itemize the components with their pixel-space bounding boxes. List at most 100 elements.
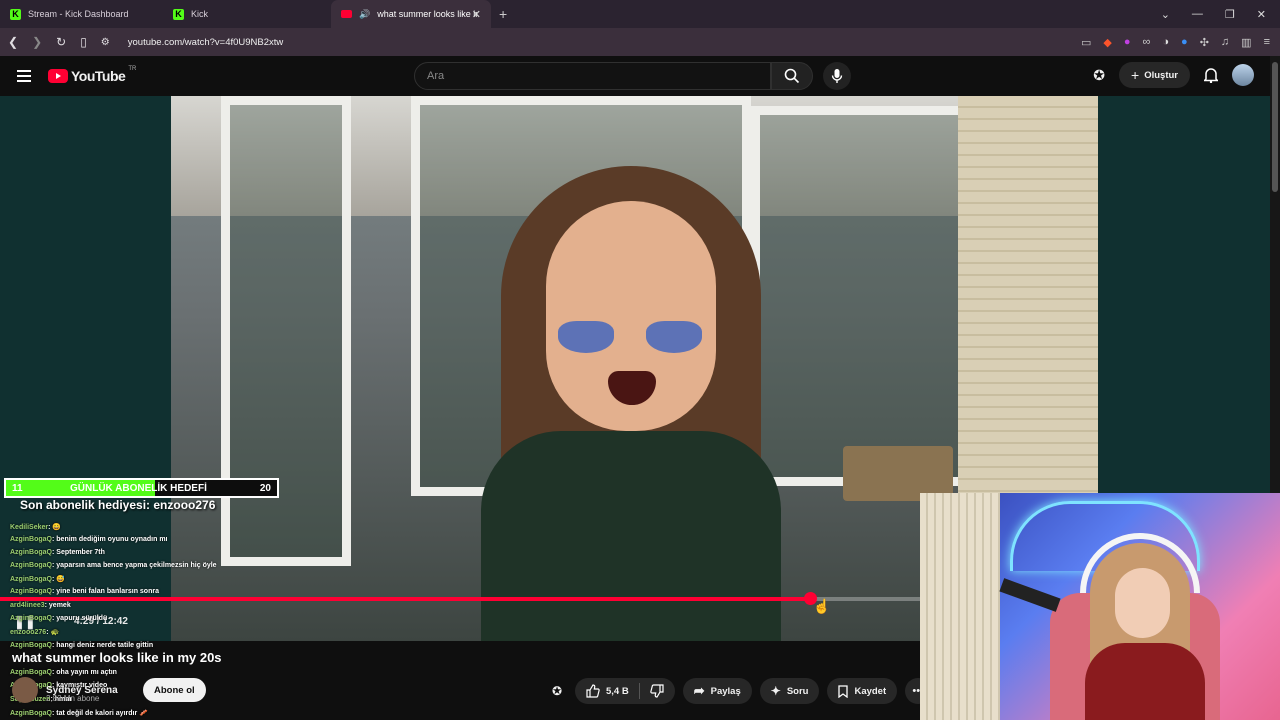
goal-label: GÜNLÜK ABONELİK HEDEFİ — [70, 482, 207, 494]
forward-icon[interactable]: ❯ — [32, 35, 42, 49]
goal-target: 20 — [259, 482, 271, 494]
chat-message: AzginBogaQ: benim dediğim oyunu oynadın … — [10, 536, 168, 543]
extensions-area: ▭ ◆ ● ∞ ◑ ● ✣ ♫ ▥ ≡ — [1081, 28, 1270, 56]
video-subject-face — [546, 201, 716, 431]
close-tab-icon[interactable]: ✕ — [472, 8, 481, 21]
streamer-top — [1085, 643, 1205, 720]
share-button[interactable]: ➦ Paylaş — [682, 678, 752, 704]
chat-message: AzginBogaQ: oha yayın mı açtın — [10, 669, 117, 676]
ask-label: Soru — [786, 685, 809, 697]
voice-search-button[interactable] — [823, 62, 851, 90]
new-tab-button[interactable]: + — [499, 6, 507, 22]
cast-icon[interactable]: ▭ — [1081, 36, 1091, 49]
video-actions: ✪ 5,4 B ➦ Paylaş ✦ Soru Kaydet ••• — [547, 678, 932, 704]
chat-message: KediliSeker: 😄 — [10, 524, 62, 531]
chat-message: AzginBogaQ: yaparsın ama bence yapma çek… — [10, 562, 217, 569]
puzzle-icon[interactable]: ✣ — [1200, 36, 1209, 49]
close-window-button[interactable]: ✕ — [1257, 8, 1266, 21]
subscriber-count: 2,82 Mn abone — [46, 694, 100, 703]
youtube-icon — [341, 10, 352, 18]
tab-search-button[interactable]: ⌄ — [1161, 8, 1170, 21]
tab-title: Kick — [191, 9, 209, 19]
tab-kick[interactable]: K Kick — [163, 0, 326, 28]
save-button[interactable]: Kaydet — [827, 678, 898, 704]
streamer-microphone — [999, 578, 1061, 612]
sparkle-icon: ✦ — [770, 684, 781, 698]
channel-avatar[interactable] — [12, 677, 38, 703]
maximize-button[interactable]: ❐ — [1225, 8, 1235, 21]
chat-message: AzginBogaQ: 😅 — [10, 576, 65, 583]
share-label: Paylaş — [710, 685, 741, 697]
bookmark-icon[interactable]: ▯ — [80, 35, 87, 49]
share-icon: ➦ — [693, 683, 705, 698]
chat-message: AzginBogaQ: September 7th — [10, 549, 105, 556]
minimize-button[interactable]: — — [1192, 8, 1203, 20]
extension-icon[interactable]: ● — [1124, 36, 1131, 48]
youtube-header: YouTube TR Ara ✪ + Oluştur — [0, 56, 1280, 96]
microphone-icon — [831, 69, 843, 83]
kick-icon: K — [10, 8, 21, 20]
eye-patch — [646, 321, 702, 353]
premium-star-icon[interactable]: ✪ — [1093, 67, 1105, 84]
search-input[interactable]: Ara — [414, 62, 771, 90]
divider — [638, 683, 640, 699]
premium-star-icon[interactable]: ✪ — [547, 684, 567, 698]
browser-tab-bar: K Stream - Kick Dashboard K Kick 🔊 what … — [0, 0, 1280, 28]
tab-kick-dashboard[interactable]: K Stream - Kick Dashboard — [0, 0, 163, 28]
scrollbar-thumb[interactable] — [1272, 62, 1278, 192]
chat-message: enzooo276: 🐢 — [10, 629, 60, 636]
ask-button[interactable]: ✦ Soru — [759, 678, 820, 704]
youtube-wordmark: YouTube — [71, 68, 126, 84]
extension-icon[interactable]: ◑ — [1162, 36, 1169, 48]
sidebar-icon[interactable]: ▥ — [1241, 36, 1251, 49]
kick-icon: K — [173, 8, 184, 20]
header-actions: ✪ + Oluştur — [1093, 62, 1254, 88]
extension-icon[interactable]: ● — [1181, 36, 1188, 48]
create-label: Oluştur — [1144, 69, 1178, 81]
chat-message: ard4linee3: yemek — [10, 602, 71, 609]
window-controls: ⌄ — ❐ ✕ — [1161, 0, 1280, 28]
search-icon — [784, 68, 800, 84]
like-dislike-group: 5,4 B — [575, 678, 675, 704]
brave-shield-icon[interactable]: ◆ — [1103, 36, 1111, 49]
tab-title: Stream - Kick Dashboard — [28, 9, 129, 19]
video-scene-door — [751, 106, 971, 486]
back-icon[interactable]: ❮ — [8, 35, 18, 49]
webcam-wall — [920, 493, 1000, 720]
video-subject-hoodie — [481, 431, 781, 641]
menu-icon[interactable]: ≡ — [1264, 36, 1270, 48]
region-code: TR — [128, 66, 137, 72]
subscribe-button[interactable]: Abone ol — [143, 678, 206, 702]
url-field[interactable]: youtube.com/watch?v=4f0U9NB2xtw — [128, 37, 284, 48]
tab-youtube-video[interactable]: 🔊 what summer looks like in my ✕ — [331, 0, 491, 28]
notifications-bell-icon[interactable] — [1204, 67, 1218, 83]
reload-icon[interactable]: ↻ — [56, 35, 66, 49]
video-subject-mouth — [608, 371, 656, 405]
speaker-icon[interactable]: 🔊 — [359, 9, 370, 20]
youtube-play-icon — [48, 69, 68, 83]
subscription-goal-widget: 11 GÜNLÜK ABONELİK HEDEFİ 20 — [4, 478, 279, 498]
music-icon[interactable]: ♫ — [1221, 36, 1229, 48]
thumbs-down-icon[interactable] — [649, 684, 664, 698]
eye-patch — [558, 321, 614, 353]
last-gift-label: Son abonelik hediyesi: enzooo276 — [20, 498, 216, 512]
plus-icon: + — [1131, 67, 1140, 83]
create-button[interactable]: + Oluştur — [1119, 62, 1190, 88]
address-bar: ❮ ❯ ↻ ▯ ⚙ youtube.com/watch?v=4f0U9NB2xt… — [0, 28, 1280, 56]
bookmark-icon — [838, 684, 849, 698]
extension-icon[interactable]: ∞ — [1143, 36, 1151, 48]
channel-info[interactable]: Sydney Serena 2,82 Mn abone — [12, 676, 118, 704]
video-title: what summer looks like in my 20s — [12, 650, 222, 665]
chat-message: AzginBogaQ: tat değil de kalori ayırdır … — [10, 710, 148, 717]
search-button[interactable] — [771, 62, 813, 90]
youtube-logo[interactable]: YouTube TR — [48, 66, 137, 84]
site-info-icon[interactable]: ⚙ — [101, 37, 110, 48]
save-label: Kaydet — [854, 685, 887, 697]
chat-message: AzginBogaQ: hangi deniz nerde tatile git… — [10, 642, 154, 649]
like-count[interactable]: 5,4 B — [606, 686, 629, 697]
thumbs-up-icon[interactable] — [586, 684, 600, 698]
account-avatar[interactable] — [1232, 64, 1254, 86]
streamer-webcam — [920, 493, 1280, 720]
video-subject — [481, 166, 781, 641]
hamburger-menu-icon[interactable] — [17, 70, 31, 82]
